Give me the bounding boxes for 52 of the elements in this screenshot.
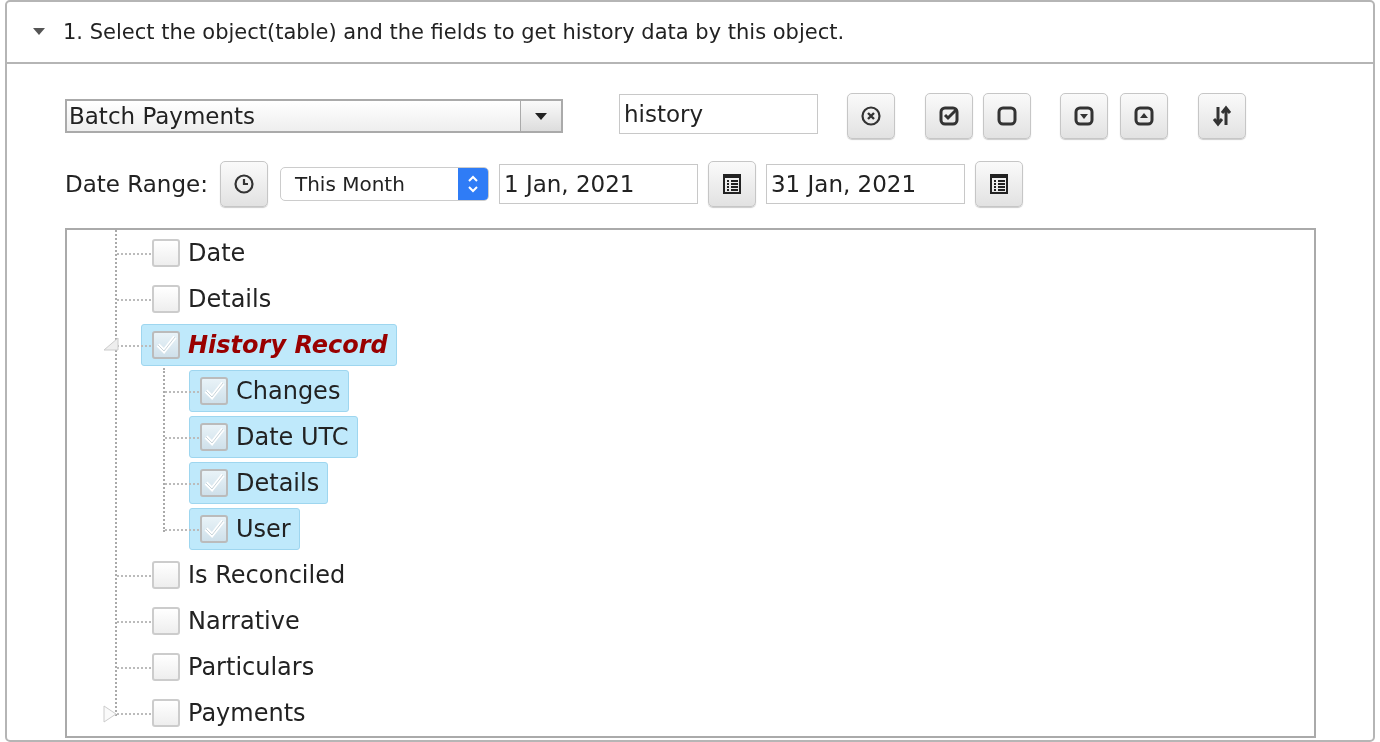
uncheck-all-button[interactable] — [983, 93, 1031, 139]
date-range-label: Date Range: — [65, 171, 208, 197]
up-triangle-box-icon — [1133, 105, 1155, 127]
tree-item[interactable]: Date UTC — [189, 416, 358, 458]
tree-item[interactable]: Details — [141, 278, 281, 320]
sort-arrows-icon — [1211, 105, 1233, 127]
time-button[interactable] — [219, 161, 268, 207]
tree-item[interactable]: Date — [141, 232, 255, 274]
tree-item[interactable]: History Record — [141, 324, 397, 366]
expand-all-button[interactable] — [1060, 93, 1108, 139]
empty-box-icon — [996, 105, 1018, 127]
checkbox[interactable] — [152, 607, 180, 635]
section-title: 1. Select the object(table) and the fields to get history data by this object. — [63, 20, 845, 44]
expanded-triangle-icon[interactable] — [103, 337, 119, 351]
collapse-caret-icon[interactable] — [33, 28, 45, 36]
calendar-icon — [720, 173, 743, 195]
stepper-arrows-icon — [466, 174, 479, 194]
tree-item[interactable]: Narrative — [141, 600, 309, 642]
object-dropdown[interactable]: Batch Payments — [65, 99, 563, 133]
tree-item[interactable]: User — [189, 508, 300, 550]
collapsed-triangle-icon[interactable] — [103, 705, 117, 723]
tree-item[interactable]: Details — [189, 462, 329, 504]
checked-box-icon — [938, 105, 960, 127]
calendar-icon — [987, 173, 1010, 195]
checkbox[interactable] — [152, 561, 180, 589]
start-calendar-button[interactable] — [707, 161, 756, 207]
end-date-field[interactable]: 31 Jan, 2021 — [765, 164, 965, 204]
down-triangle-box-icon — [1073, 105, 1095, 127]
checkbox[interactable] — [200, 515, 228, 543]
checkbox[interactable] — [200, 377, 228, 405]
start-date-field[interactable]: 1 Jan, 2021 — [498, 164, 698, 204]
collapse-all-button[interactable] — [1120, 93, 1168, 139]
end-calendar-button[interactable] — [974, 161, 1023, 207]
checkbox[interactable] — [152, 239, 180, 267]
checkbox[interactable] — [200, 469, 228, 497]
clear-button[interactable] — [847, 93, 895, 139]
tree-item[interactable]: Particulars — [141, 646, 324, 688]
sort-button[interactable] — [1198, 93, 1246, 139]
dropdown-arrow-icon — [535, 112, 547, 120]
search-field[interactable]: history — [619, 94, 818, 134]
checkbox[interactable] — [152, 285, 180, 313]
clock-icon — [232, 173, 255, 195]
checkbox[interactable] — [152, 653, 180, 681]
checkbox[interactable] — [152, 699, 180, 727]
tree-item[interactable]: Payments — [141, 692, 315, 734]
clear-icon — [860, 105, 882, 127]
tree-item[interactable]: Is Reconciled — [141, 554, 355, 596]
period-dropdown[interactable]: This Month — [279, 167, 489, 201]
checkbox[interactable] — [152, 331, 180, 359]
checkbox[interactable] — [200, 423, 228, 451]
tree-item[interactable]: Changes — [189, 370, 350, 412]
check-all-button[interactable] — [925, 93, 973, 139]
